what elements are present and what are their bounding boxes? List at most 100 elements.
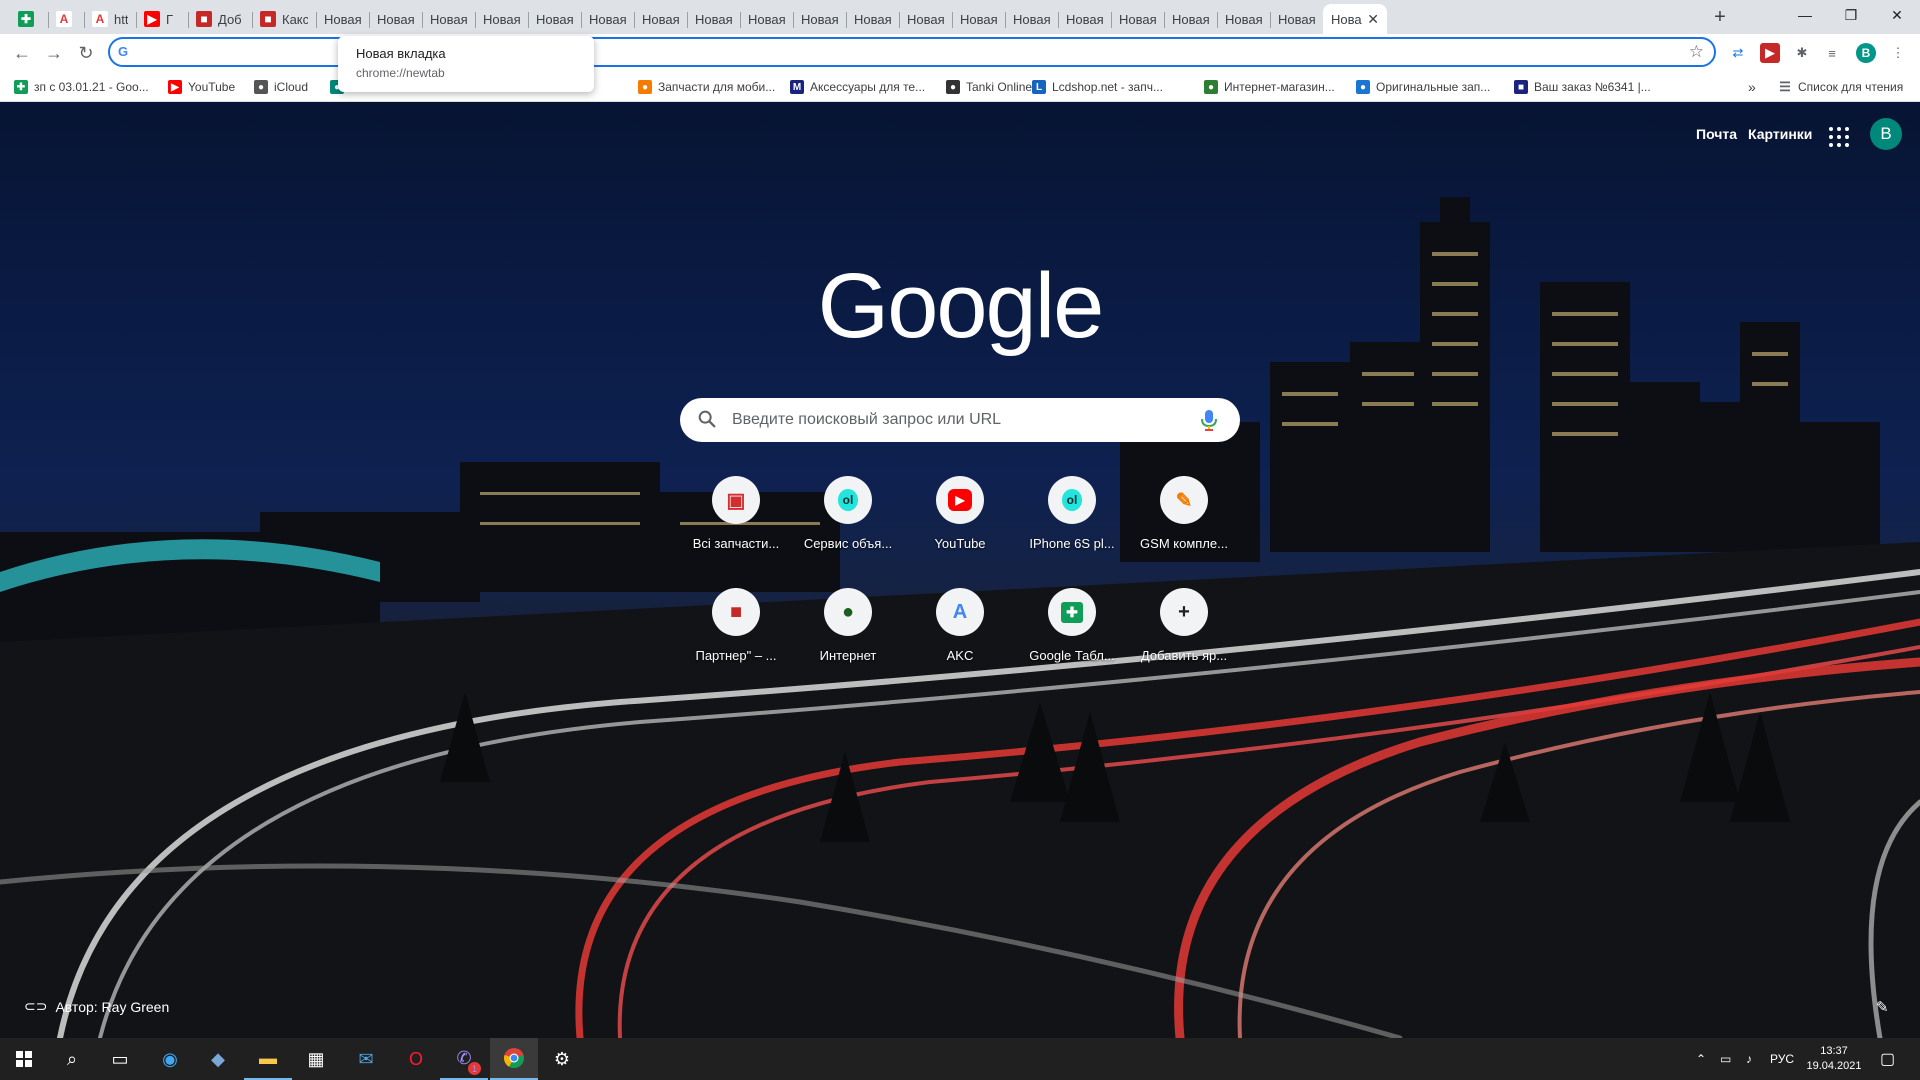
bookmark-item[interactable]: ■ Ваш заказ №6341 |... — [1514, 78, 1651, 96]
bookmark-item[interactable]: ● Оригинальные зап... — [1356, 78, 1490, 96]
images-link[interactable]: Картинки — [1748, 126, 1812, 142]
store-taskbar-button[interactable]: ▦ — [292, 1038, 340, 1080]
shortcut-title: Google Табл... — [1029, 648, 1115, 663]
bookmark-item[interactable]: M Аксессуары для те... — [790, 78, 925, 96]
gmail-link[interactable]: Почта — [1696, 126, 1737, 142]
browser-tab[interactable]: A — [48, 4, 84, 34]
browser-tab[interactable]: Новая вк — [369, 4, 422, 34]
browser-tab[interactable]: ■ Доб — [188, 4, 252, 34]
shortcut-tile[interactable]: ● Интернет — [792, 584, 904, 684]
tab-label: Новая вк — [960, 11, 997, 27]
network-icon[interactable]: ▭ — [1720, 1038, 1731, 1080]
bookmark-item[interactable]: ▶ YouTube — [168, 78, 235, 96]
bookmark-label: iCloud — [274, 80, 309, 94]
start-button[interactable] — [0, 1038, 48, 1080]
browser-tab[interactable]: Новая вк — [316, 4, 369, 34]
minimize-window-icon[interactable]: — — [1782, 0, 1828, 30]
bookmark-item[interactable]: ● Интернет-магазин... — [1204, 78, 1335, 96]
browser-tab[interactable]: Новая вк — [846, 4, 899, 34]
browser-tab[interactable]: ▶ Г — [136, 4, 188, 34]
forward-button[interactable]: → — [42, 41, 66, 65]
browser-tab[interactable]: Новая вк — [1005, 4, 1058, 34]
system-clock[interactable]: 13:37 19.04.2021 — [1796, 1044, 1872, 1074]
google-apps-icon[interactable] — [1826, 124, 1850, 148]
task-view-button[interactable]: ▭ — [96, 1038, 144, 1080]
reading-list-button[interactable]: ☰ Список для чтения — [1778, 78, 1903, 96]
bookmark-star-icon[interactable]: ☆ — [1689, 42, 1704, 62]
shortcut-tile[interactable]: ✎ GSM компле... — [1128, 472, 1240, 572]
browser-tab[interactable]: Новая вк — [899, 4, 952, 34]
browser-tab[interactable]: ■ Какс — [252, 4, 316, 34]
shortcut-title: Партнер" – ... — [695, 648, 777, 663]
browser-tab[interactable]: Нова ✕ — [1323, 4, 1387, 34]
browser-tab[interactable]: Новая вк — [1164, 4, 1217, 34]
google-account-avatar[interactable]: В — [1870, 118, 1902, 150]
browser-tab[interactable]: Новая вк — [1058, 4, 1111, 34]
add-shortcut-button[interactable]: + Добавить яр... — [1128, 584, 1240, 684]
edge-taskbar-button[interactable]: ◉ — [146, 1038, 194, 1080]
video-extension-icon[interactable]: ▶ — [1760, 43, 1780, 63]
browser-tab[interactable]: Ahttp — [84, 4, 136, 34]
bookmark-label: Lcdshop.net - запч... — [1052, 80, 1163, 94]
browser-tab[interactable]: Новая вк — [740, 4, 793, 34]
maximize-window-icon[interactable]: ❐ — [1828, 0, 1874, 30]
browser-tab[interactable]: Новая вк — [1270, 4, 1323, 34]
chrome-taskbar-button[interactable] — [490, 1038, 538, 1080]
profile-avatar-button[interactable]: В — [1856, 43, 1876, 63]
shortcut-tile[interactable]: ■ Партнер" – ... — [680, 584, 792, 684]
volume-icon[interactable]: ♪ — [1746, 1038, 1752, 1080]
shortcut-tile[interactable]: ol Сервис объя... — [792, 472, 904, 572]
extensions-puzzle-icon[interactable]: ✱ — [1792, 43, 1812, 63]
acrobat-icon: A — [56, 11, 72, 27]
close-tab-icon[interactable]: ✕ — [1367, 11, 1379, 28]
browser-tab[interactable]: Новая вк — [528, 4, 581, 34]
browser-tab[interactable]: Новая вк — [581, 4, 634, 34]
bookmark-item[interactable]: ✚ зп с 03.01.21 - Goo... — [14, 78, 149, 96]
shortcut-tile[interactable]: ▣ Всі запчасти... — [680, 472, 792, 572]
mail-taskbar-button[interactable]: ✉ — [342, 1038, 390, 1080]
browser-tab[interactable]: Новая вк — [952, 4, 1005, 34]
shortcut-title: GSM компле... — [1140, 536, 1228, 551]
customize-pencil-icon[interactable]: ✎ — [1876, 998, 1896, 1018]
browser-tab[interactable]: Новая вк — [422, 4, 475, 34]
close-window-icon[interactable]: ✕ — [1874, 0, 1920, 30]
bookmark-item[interactable]: L Lcdshop.net - запч... — [1032, 78, 1163, 96]
browser-tab[interactable]: ✚ — [10, 4, 48, 34]
tab-label: Новая вк — [907, 11, 944, 27]
tank-icon: ● — [946, 80, 960, 94]
bookmark-item[interactable]: ● Tanki Online — [946, 78, 1032, 96]
reload-button[interactable]: ↻ — [74, 41, 98, 65]
shortcut-tile[interactable]: ▶ YouTube — [904, 472, 1016, 572]
reading-list-label: Список для чтения — [1798, 80, 1904, 94]
folder-icon: ▬ — [259, 1047, 277, 1068]
settings-taskbar-button[interactable]: ⚙ — [538, 1038, 586, 1080]
browser-tab[interactable]: Новая вк — [1111, 4, 1164, 34]
translate-extension-icon[interactable]: ⇄ — [1728, 43, 1748, 63]
file-explorer-button[interactable]: ▬ — [244, 1038, 292, 1080]
shortcut-tile[interactable]: ol IPhone 6S pl... — [1016, 472, 1128, 572]
bookmarks-overflow-button[interactable]: » — [1748, 78, 1756, 96]
app-taskbar-button[interactable]: ◆ — [194, 1038, 242, 1080]
tray-overflow-button[interactable]: ⌃ — [1696, 1038, 1706, 1080]
bookmark-item[interactable]: ● iCloud — [254, 78, 308, 96]
shortcut-tile[interactable]: ✚ Google Табл... — [1016, 584, 1128, 684]
action-center-icon[interactable]: ▢ — [1880, 1038, 1895, 1080]
language-indicator[interactable]: РУС — [1770, 1038, 1794, 1080]
browser-tab[interactable]: Новая вк — [793, 4, 846, 34]
browser-tab[interactable]: Новая вк — [475, 4, 528, 34]
browser-tab[interactable]: Новая вк — [1217, 4, 1270, 34]
new-tab-plus-icon[interactable]: + — [1706, 5, 1734, 29]
shortcut-tile[interactable]: A AKC — [904, 584, 1016, 684]
browser-tab[interactable]: Новая вк — [634, 4, 687, 34]
background-attribution-link[interactable]: ⊂⊃ Автор: Ray Green — [24, 998, 169, 1015]
viber-taskbar-button[interactable]: ✆ 1 — [440, 1038, 488, 1080]
search-taskbar-button[interactable]: ⌕ — [48, 1038, 96, 1080]
media-controls-icon[interactable]: ≡ — [1822, 43, 1842, 63]
menu-kebab-icon[interactable]: ⋮ — [1888, 43, 1908, 63]
microphone-icon[interactable] — [1200, 408, 1218, 432]
back-button[interactable]: ← — [10, 41, 34, 65]
ntp-search-box[interactable]: Введите поисковый запрос или URL — [680, 398, 1240, 442]
browser-tab[interactable]: Новая вк — [687, 4, 740, 34]
opera-taskbar-button[interactable]: O — [392, 1038, 440, 1080]
bookmark-item[interactable]: ● Запчасти для моби... — [638, 78, 775, 96]
